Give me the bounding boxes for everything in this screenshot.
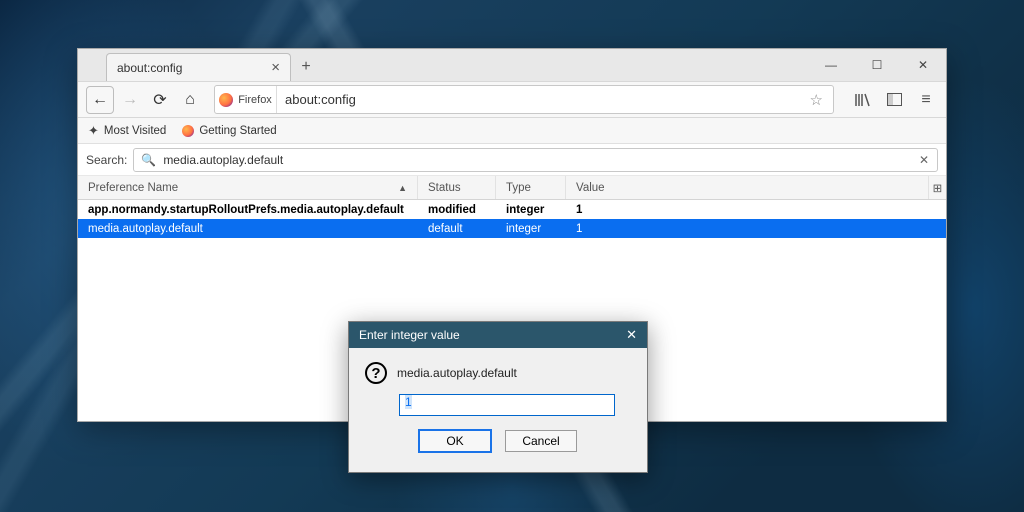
col-label: Type xyxy=(506,182,531,194)
integer-input[interactable]: 1 xyxy=(399,394,615,416)
cell-value: 1 xyxy=(566,204,946,216)
col-type[interactable]: Type xyxy=(496,176,566,199)
cell-value: 1 xyxy=(566,223,946,235)
cell-type: integer xyxy=(496,204,566,216)
bookmarks-toolbar: ✦ Most Visited Getting Started xyxy=(78,118,946,144)
button-label: OK xyxy=(446,434,463,448)
menu-icon[interactable]: ≡ xyxy=(914,88,938,112)
search-label: Search: xyxy=(86,153,127,167)
forward-icon: → xyxy=(116,86,144,114)
dialog-title: Enter integer value xyxy=(359,328,460,342)
cell-pref: media.autoplay.default xyxy=(78,223,418,235)
window-controls: — ☐ ✕ xyxy=(808,49,946,81)
sidebar-icon[interactable] xyxy=(882,88,906,112)
col-label: Status xyxy=(428,182,461,194)
question-icon: ? xyxy=(365,362,387,384)
clear-search-icon[interactable]: ✕ xyxy=(911,153,937,167)
firefox-icon xyxy=(219,93,233,107)
reload-icon[interactable]: ⟳ xyxy=(146,86,174,114)
tab-title: about:config xyxy=(117,61,182,75)
col-status[interactable]: Status xyxy=(418,176,496,199)
cancel-button[interactable]: Cancel xyxy=(505,430,577,452)
col-value[interactable]: Value xyxy=(566,176,928,199)
dialog-body: ? media.autoplay.default 1 OK Cancel xyxy=(349,348,647,472)
col-preference-name[interactable]: Preference Name ▲ xyxy=(78,176,418,199)
bookmark-star-icon[interactable]: ☆ xyxy=(800,91,833,109)
col-label: Value xyxy=(576,182,605,194)
search-value: media.autoplay.default xyxy=(163,153,283,167)
titlebar: about:config × + — ☐ ✕ xyxy=(78,49,946,81)
ok-button[interactable]: OK xyxy=(419,430,491,452)
firefox-icon xyxy=(182,125,194,137)
cell-pref: app.normandy.startupRolloutPrefs.media.a… xyxy=(78,204,418,216)
cell-status: modified xyxy=(418,204,496,216)
maximize-icon[interactable]: ☐ xyxy=(854,49,900,81)
url-text: about:config xyxy=(277,92,364,107)
col-label: Preference Name xyxy=(88,182,178,194)
star-icon: ✦ xyxy=(88,123,99,139)
dialog-titlebar[interactable]: Enter integer value ✕ xyxy=(349,322,647,348)
sort-asc-icon: ▲ xyxy=(398,183,407,193)
table-row-selected[interactable]: media.autoplay.default default integer 1 xyxy=(78,219,946,238)
button-label: Cancel xyxy=(522,434,559,448)
column-headers: Preference Name ▲ Status Type Value ⊞ xyxy=(78,176,946,200)
browser-tab[interactable]: about:config × xyxy=(106,53,291,81)
cell-status: default xyxy=(418,223,496,235)
minimize-icon[interactable]: — xyxy=(808,49,854,81)
search-row: Search: 🔍 media.autoplay.default ✕ xyxy=(78,144,946,176)
column-picker-icon[interactable]: ⊞ xyxy=(928,176,946,199)
bookmark-label: Most Visited xyxy=(104,125,166,137)
cell-type: integer xyxy=(496,223,566,235)
identity-box[interactable]: Firefox xyxy=(215,86,277,113)
navbar: ← → ⟳ ⌂ Firefox about:config ☆ ≡ xyxy=(78,81,946,118)
back-icon[interactable]: ← xyxy=(86,86,114,114)
bookmark-getting-started[interactable]: Getting Started xyxy=(182,125,276,137)
close-icon[interactable]: × xyxy=(271,59,280,76)
url-bar[interactable]: Firefox about:config ☆ xyxy=(214,85,834,114)
search-input[interactable]: 🔍 media.autoplay.default ✕ xyxy=(133,148,938,172)
library-icon[interactable] xyxy=(850,88,874,112)
input-value: 1 xyxy=(405,395,412,409)
bookmark-most-visited[interactable]: ✦ Most Visited xyxy=(88,123,166,139)
dialog-pref-name: media.autoplay.default xyxy=(397,366,517,380)
integer-dialog: Enter integer value ✕ ? media.autoplay.d… xyxy=(348,321,648,473)
identity-label: Firefox xyxy=(238,94,272,106)
pref-rows: app.normandy.startupRolloutPrefs.media.a… xyxy=(78,200,946,238)
close-window-icon[interactable]: ✕ xyxy=(900,49,946,81)
home-icon[interactable]: ⌂ xyxy=(176,86,204,114)
search-icon: 🔍 xyxy=(134,153,163,167)
close-icon[interactable]: ✕ xyxy=(626,327,637,343)
bookmark-label: Getting Started xyxy=(199,125,276,137)
new-tab-button[interactable]: + xyxy=(291,53,321,81)
table-row[interactable]: app.normandy.startupRolloutPrefs.media.a… xyxy=(78,200,946,219)
